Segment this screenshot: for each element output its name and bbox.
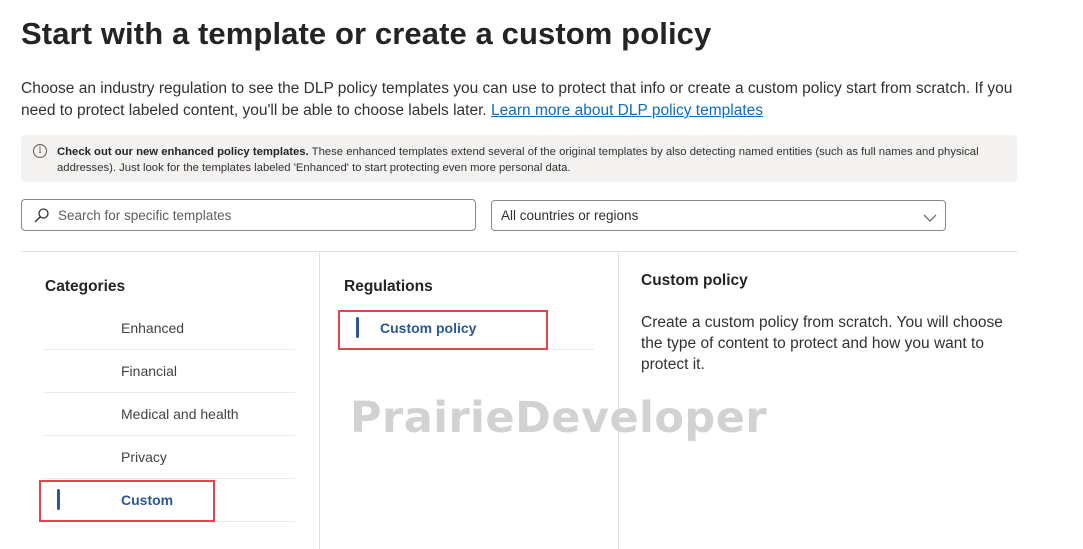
page-title: Start with a template or create a custom…: [21, 16, 712, 51]
category-item-medical[interactable]: Medical and health: [44, 393, 295, 436]
category-item-financial[interactable]: Financial: [44, 350, 295, 393]
search-input[interactable]: [58, 204, 458, 226]
search-icon: [34, 207, 50, 228]
category-item-enhanced[interactable]: Enhanced: [44, 307, 295, 350]
section-divider: [21, 251, 1017, 252]
category-item-privacy[interactable]: Privacy: [44, 436, 295, 479]
detail-title: Custom policy: [641, 272, 748, 289]
regulations-heading: Regulations: [344, 278, 433, 295]
page-description: Choose an industry regulation to see the…: [21, 78, 1031, 122]
categories-heading: Categories: [45, 278, 126, 295]
highlight-box-custom-policy: [338, 310, 548, 350]
column-divider: [319, 252, 320, 549]
search-box[interactable]: [21, 199, 476, 231]
chevron-down-icon: [923, 210, 937, 228]
region-dropdown[interactable]: All countries or regions: [491, 200, 946, 231]
watermark: PrairieDeveloper: [350, 393, 768, 443]
info-icon: i: [33, 144, 47, 158]
dlp-template-page: Start with a template or create a custom…: [0, 0, 1083, 549]
detail-description: Create a custom policy from scratch. You…: [641, 314, 1003, 373]
highlight-box-custom-category: [39, 480, 215, 522]
banner-bold-text: Check out our new enhanced policy templa…: [57, 146, 309, 158]
info-banner: i Check out our new enhanced policy temp…: [21, 135, 1017, 182]
learn-more-link[interactable]: Learn more about DLP policy templates: [491, 102, 763, 119]
region-dropdown-value: All countries or regions: [501, 208, 639, 223]
